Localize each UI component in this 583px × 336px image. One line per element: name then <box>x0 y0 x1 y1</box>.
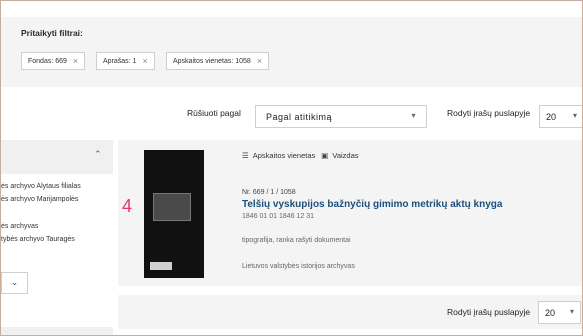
result-card[interactable]: 4 ☰ Apskaitos vienetas ▣ Vaizdas Nr. 669… <box>118 140 582 286</box>
filter-chip-apskaitos-vienetas[interactable]: Apskaitos vienetas: 1058 × <box>166 52 270 70</box>
sidebar-item-archyvas[interactable]: ės archyvas <box>1 223 38 230</box>
close-icon[interactable]: × <box>142 56 147 66</box>
tag-record-unit: Apskaitos vienetas <box>252 151 316 160</box>
sidebar-next-section[interactable] <box>1 327 113 335</box>
result-dates: 1846 01 01 1846 12 31 <box>242 213 315 220</box>
sort-select-value: Pagal atitikimą <box>266 112 333 122</box>
result-archive: Lietuvos valstybės istorijos archyvas <box>242 263 355 270</box>
page: Pritaikyti filtrai: Fondas: 669 × Apraša… <box>0 0 583 336</box>
archive-filter-sidebar: ⌃ ės archyvo Alytaus filialas ės archyvo… <box>1 140 113 311</box>
close-icon[interactable]: × <box>73 56 78 66</box>
applied-filters-title: Pritaikyti filtrai: <box>21 28 83 38</box>
chevron-down-icon: ▾ <box>411 111 416 120</box>
per-page-select[interactable]: 20 ▾ <box>539 105 582 128</box>
filter-chip-label: Fondas: 669 <box>28 57 67 65</box>
result-number: 4 <box>122 196 133 216</box>
sidebar-item-marijampole[interactable]: ės archyvo Marijampolės <box>1 196 78 203</box>
per-page-value: 20 <box>546 112 557 122</box>
thumbnail-sticker <box>150 262 172 270</box>
filter-chip-aprasas[interactable]: Aprašas: 1 × <box>96 52 155 70</box>
bottom-pagination-bar: Rodyti įrašų puslapyje 20 ▾ <box>118 295 582 329</box>
per-page-select-bottom[interactable]: 20 ▾ <box>538 301 581 324</box>
sort-label: Rūšiuoti pagal <box>187 108 241 118</box>
filter-chip-fondas[interactable]: Fondas: 669 × <box>21 52 86 70</box>
tag-image: Vaizdas <box>332 151 359 160</box>
per-page-value-bottom: 20 <box>545 308 556 318</box>
sidebar-item-alytus[interactable]: ės archyvo Alytaus filialas <box>1 183 81 190</box>
chevron-down-icon: ⌄ <box>10 277 19 287</box>
filter-chip-label: Aprašas: 1 <box>103 57 137 65</box>
result-document-types: tipografija, ranka rašyti dokumentai <box>242 237 351 244</box>
filter-chip-label: Apskaitos vienetas: 1058 <box>173 57 251 65</box>
result-title-link[interactable]: Telšių vyskupijos bažnyčių gimimo metrik… <box>242 199 502 210</box>
sort-select[interactable]: Pagal atitikimą ▾ <box>255 105 427 128</box>
show-more-button[interactable]: ⌄ <box>1 272 28 294</box>
chevron-down-icon: ▾ <box>572 111 577 120</box>
sidebar-section-header[interactable]: ⌃ <box>1 140 113 174</box>
close-icon[interactable]: × <box>257 56 262 66</box>
per-page-label-bottom: Rodyti įrašų puslapyje <box>447 307 531 317</box>
result-reference: Nr. 669 / 1 / 1058 <box>242 189 296 196</box>
sidebar-item-taurage[interactable]: tybės archyvo Tauragės <box>1 236 75 243</box>
result-tags: ☰ Apskaitos vienetas ▣ Vaizdas <box>242 151 359 160</box>
applied-filters-panel: Pritaikyti filtrai: Fondas: 669 × Apraša… <box>1 17 582 87</box>
thumbnail-label <box>153 193 191 221</box>
chevron-up-icon[interactable]: ⌃ <box>94 149 102 160</box>
image-icon: ▣ <box>321 151 329 160</box>
chevron-down-icon: ▾ <box>569 307 574 316</box>
list-icon: ☰ <box>242 151 249 160</box>
document-thumbnail[interactable] <box>144 150 204 278</box>
per-page-label: Rodyti įrašų puslapyje <box>447 108 531 118</box>
